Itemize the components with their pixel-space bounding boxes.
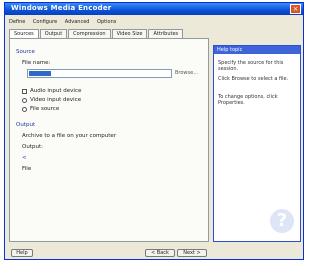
help-text-1: Specify the source for this session. <box>218 60 284 72</box>
help-text-2: Click Browse to select a file. <box>218 76 289 82</box>
encoder-window: Windows Media Encoder × Define Configure… <box>4 2 304 260</box>
help-question-icon: ? <box>270 209 294 233</box>
output-file-label: File <box>22 166 32 172</box>
video-radio[interactable] <box>22 98 27 103</box>
title-bar: Windows Media Encoder × <box>5 3 303 15</box>
audio-option-label: Audio input device <box>30 88 82 94</box>
input-selection <box>29 71 51 76</box>
tab-attributes[interactable]: Attributes <box>148 29 184 38</box>
back-button[interactable]: < Back <box>145 249 175 257</box>
top-tab-row: Define Configure Advanced Options <box>9 19 122 25</box>
tab-compression[interactable]: Compression <box>68 29 111 38</box>
output-arrow-icon[interactable]: < <box>22 155 27 161</box>
help-pane: Help topic Specify the source for this s… <box>213 45 301 242</box>
file-name-label: File name: <box>22 60 51 66</box>
help-button[interactable]: Help <box>11 249 33 257</box>
output-label: Output: <box>22 144 43 150</box>
close-icon[interactable]: × <box>290 4 301 14</box>
audio-checkbox[interactable] <box>22 89 27 94</box>
top-tab[interactable]: Define <box>9 19 25 25</box>
file-name-input[interactable] <box>27 69 172 78</box>
window-title: Windows Media Encoder <box>11 4 112 12</box>
source-group-label: Source <box>16 49 35 55</box>
browse-button[interactable]: Browse... <box>175 70 198 76</box>
top-tab[interactable]: Options <box>97 19 116 25</box>
file-option-label: File source <box>30 106 60 112</box>
help-header: Help topic <box>214 46 300 54</box>
video-option-label: Video input device <box>30 97 82 103</box>
tab-sources[interactable]: Sources <box>9 29 39 38</box>
output-group-label: Output <box>16 122 36 128</box>
help-text-3: To change options, click Properties. <box>218 94 278 106</box>
file-radio[interactable] <box>22 107 27 112</box>
tab-video-size[interactable]: Video Size <box>111 29 148 38</box>
tab-output[interactable]: Output <box>39 29 68 38</box>
properties-tabs: Sources Output Compression Video Size At… <box>9 29 207 38</box>
top-tab[interactable]: Configure <box>33 19 57 25</box>
next-button[interactable]: Next > <box>177 249 207 257</box>
top-tab[interactable]: Advanced <box>65 19 90 25</box>
output-description: Archive to a file on your computer <box>22 133 117 139</box>
